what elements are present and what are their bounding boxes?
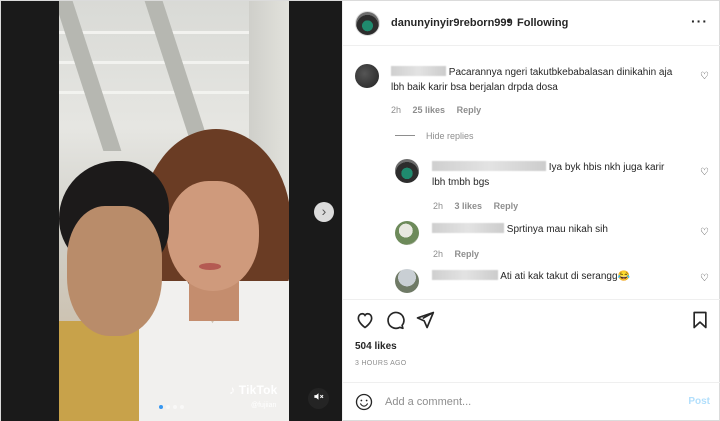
tiktok-watermark: ♪ TikTok [229, 383, 278, 397]
mute-button[interactable] [308, 388, 329, 409]
reply-body: Iya byk hbis nkh juga karir lbh tmbh bgs [432, 160, 692, 190]
reply-body: Ati ati kak takut di serangg😂 [432, 269, 692, 284]
comments-list: Pacarannya ngeri takutbkebabalasan dinik… [343, 47, 720, 299]
commenter-avatar[interactable] [355, 64, 379, 88]
heart-icon: ♡ [700, 227, 709, 238]
volume-muted-icon [314, 393, 324, 400]
carousel-dot [166, 405, 170, 409]
reply-meta: 2h Reply [433, 249, 479, 259]
post-media: ♪ TikTok @fujiian › [1, 1, 342, 421]
reply-text: Ati ati kak takut di serangg😂 [500, 271, 630, 282]
comment-likes[interactable]: 25 likes [413, 105, 446, 115]
hide-replies-button[interactable]: Hide replies [426, 131, 474, 141]
like-heart-icon[interactable] [355, 310, 375, 330]
reply-username-blurred[interactable] [432, 223, 504, 233]
emoji-icon[interactable] [355, 393, 373, 411]
add-comment-bar: Post [343, 382, 720, 421]
post-comment-button[interactable]: Post [688, 396, 710, 407]
reply-time: 2h [433, 249, 444, 259]
bookmark-icon[interactable] [690, 310, 710, 330]
reply-text: Sprtinya mau nikah sih [506, 224, 608, 235]
post-details: danunyinyir9reborn999 • Following ··· Pa… [342, 1, 720, 421]
tiktok-logo-icon: ♪ [229, 383, 236, 397]
author-avatar[interactable] [355, 11, 380, 36]
replies-divider [395, 135, 415, 136]
watermark-text: TikTok [238, 383, 278, 397]
share-paper-plane-icon[interactable] [415, 310, 435, 330]
reply-avatar[interactable] [395, 269, 419, 293]
watermark-handle: @fujiian [251, 402, 277, 409]
carousel-dot [159, 405, 163, 409]
commenter-username-blurred[interactable] [391, 66, 446, 76]
reply-reply-button[interactable]: Reply [494, 201, 519, 211]
reply-text: Iya byk hbis nkh juga karir [548, 162, 665, 173]
comment-input[interactable] [385, 393, 665, 411]
reply-meta: 2h 3 likes Reply [433, 201, 518, 211]
reply-like-button[interactable]: ♡ [700, 167, 709, 178]
comment-body: Pacarannya ngeri takutbkebabalasan dinik… [391, 65, 691, 95]
comment-meta: 2h 25 likes Reply [391, 105, 481, 115]
reply-reply-button[interactable]: Reply [455, 249, 480, 259]
post-timestamp: 3 HOURS AGO [355, 360, 407, 367]
comment-text-line2: lbh baik karir bsa berjalan drpda dosa [391, 82, 558, 93]
heart-icon: ♡ [700, 167, 709, 178]
carousel-dot [180, 405, 184, 409]
likes-count[interactable]: 504 likes [355, 341, 397, 352]
comment-text: Pacarannya ngeri takutbkebabalasan dinik… [448, 67, 673, 78]
reply-like-button[interactable]: ♡ [700, 227, 709, 238]
post-actions: 504 likes 3 HOURS AGO [343, 299, 720, 389]
reply-username-blurred[interactable] [432, 161, 546, 171]
post-modal: ♪ TikTok @fujiian › danunyinyir9reborn99… [0, 0, 720, 421]
reply-likes[interactable]: 3 likes [455, 201, 483, 211]
post-photo [59, 1, 289, 421]
comment-reply-button[interactable]: Reply [457, 105, 482, 115]
reply-text-line2: lbh tmbh bgs [432, 177, 490, 188]
heart-icon: ♡ [700, 273, 709, 284]
carousel-dot [173, 405, 177, 409]
reply-avatar[interactable] [395, 159, 419, 183]
comment-bubble-icon[interactable] [385, 310, 405, 330]
post-header: danunyinyir9reborn999 • Following ··· [343, 1, 720, 46]
reply-body: Sprtinya mau nikah sih [432, 222, 692, 237]
comment-time: 2h [391, 105, 402, 115]
reply-avatar[interactable] [395, 221, 419, 245]
comment-like-button[interactable]: ♡ [700, 71, 709, 82]
header-separator: • [507, 15, 511, 27]
reply-time: 2h [433, 201, 444, 211]
reply-like-button[interactable]: ♡ [700, 273, 709, 284]
carousel-next-button[interactable]: › [314, 202, 334, 222]
author-username[interactable]: danunyinyir9reborn999 [391, 17, 513, 29]
more-horizontal-icon: ··· [691, 13, 708, 29]
heart-icon: ♡ [700, 71, 709, 82]
chevron-right-icon: › [321, 203, 327, 219]
reply-username-blurred[interactable] [432, 270, 498, 280]
carousel-indicator [159, 405, 184, 409]
more-options-button[interactable]: ··· [691, 13, 708, 29]
following-button[interactable]: Following [517, 17, 568, 29]
